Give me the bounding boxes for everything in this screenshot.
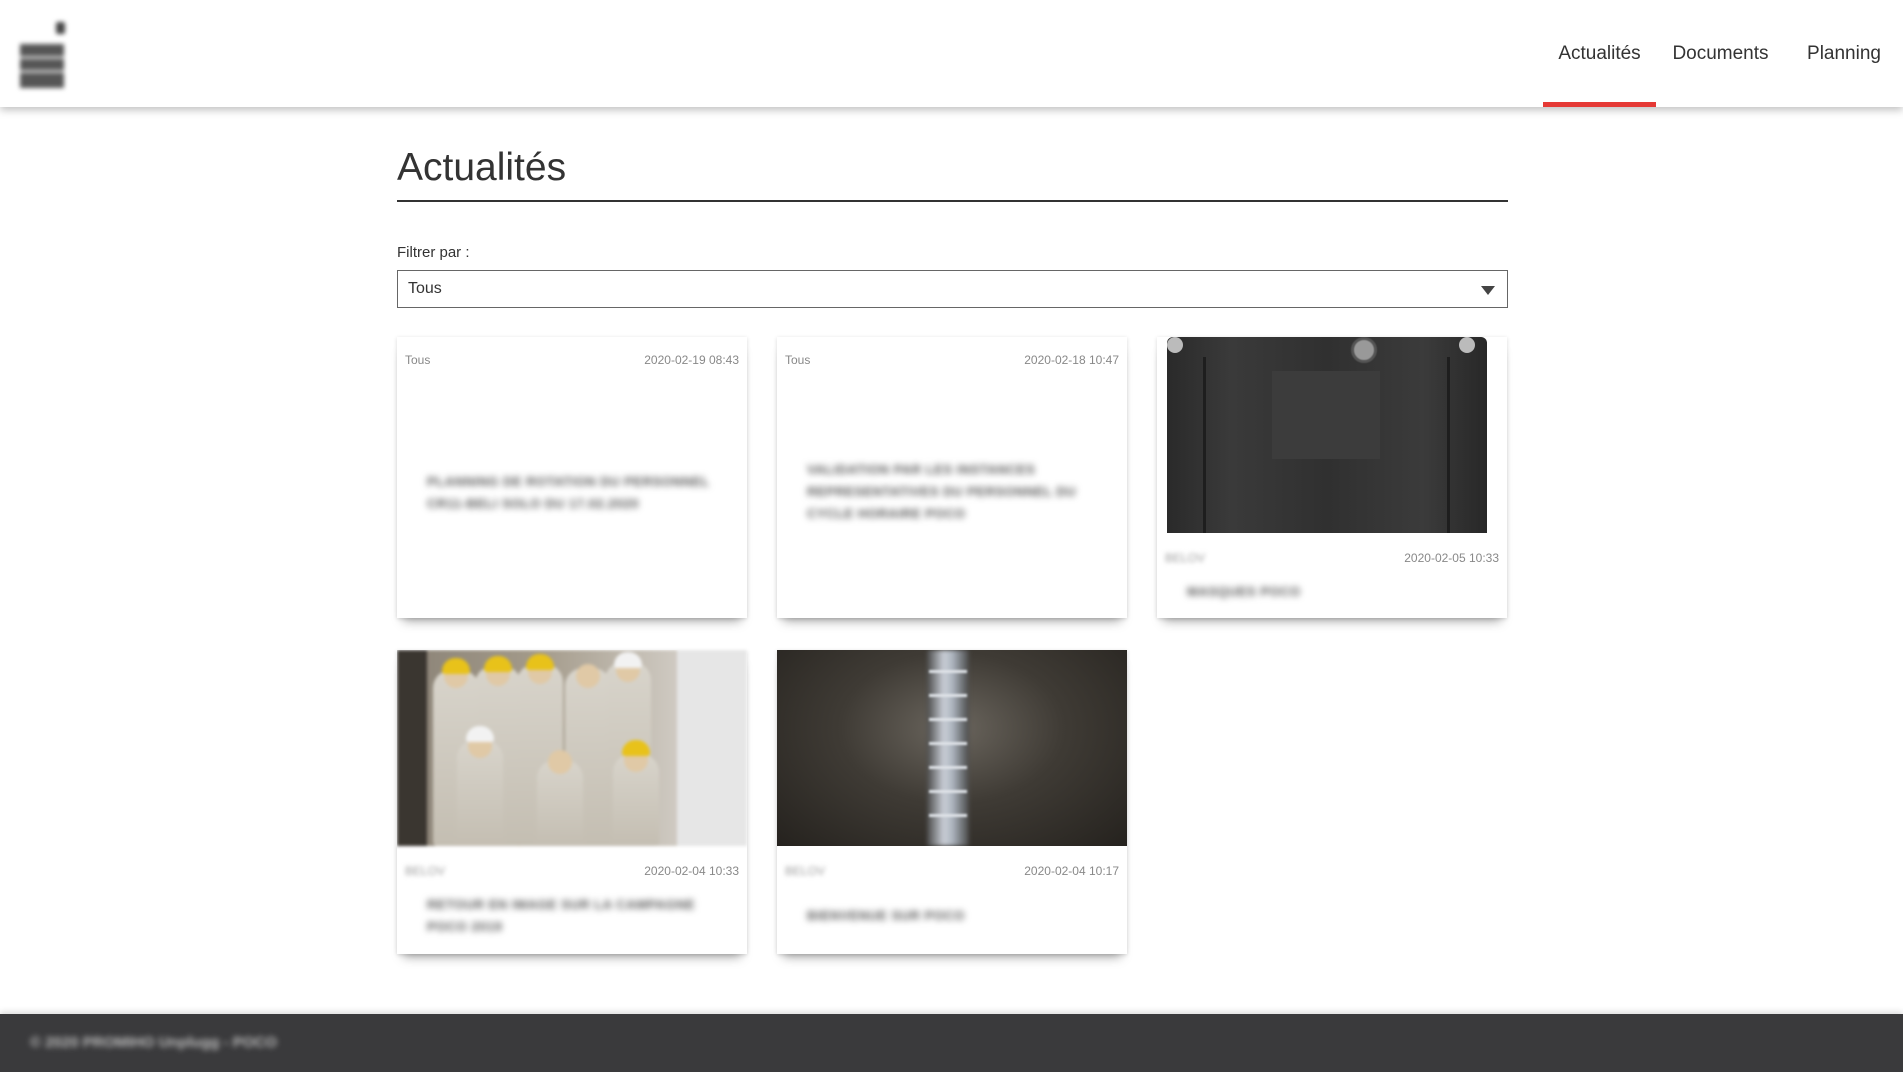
card-category: BELOV [785,864,826,878]
card-date: 2020-02-19 08:43 [644,353,739,367]
news-card[interactable]: Tous 2020-02-19 08:43 PLANNING DE ROTATI… [397,337,747,618]
card-category: BELOV [405,864,446,878]
nav-item-documents[interactable]: Documents [1656,0,1785,107]
footer-copyright: © 2020 PROMIHO Unplugg - POCO [30,1034,277,1051]
news-card[interactable]: Tous 2020-02-18 10:47 VALIDATION PAR LES… [777,337,1127,618]
card-meta: BELOV 2020-02-04 10:17 [785,864,1119,878]
news-card[interactable]: BELOV 2020-02-05 10:33 MASQUES POCO [1157,337,1507,618]
card-meta: Tous 2020-02-18 10:47 [785,353,1119,367]
active-nav-indicator [1543,102,1656,107]
card-date: 2020-02-04 10:17 [1024,864,1119,878]
card-image [777,650,1127,846]
card-category: BELOV [1165,551,1206,565]
main-nav: Actualités Documents Planning [1543,0,1903,107]
filter-label: Filtrer par : [397,244,470,261]
top-header: Actualités Documents Planning [0,0,1903,107]
nav-item-label: Documents [1672,42,1769,64]
card-meta: BELOV 2020-02-04 10:33 [405,864,739,878]
company-logo[interactable] [18,20,66,92]
nav-item-actualites[interactable]: Actualités [1543,0,1656,107]
main-content: Actualités Filtrer par : Tous [397,107,1508,308]
card-title: MASQUES POCO [1187,584,1301,599]
caret-down-icon [1481,286,1495,295]
news-card[interactable]: BELOV 2020-02-04 10:33 RETOUR EN IMAGE S… [397,650,747,954]
card-category: Tous [785,353,811,367]
card-image [397,650,747,846]
card-meta: BELOV 2020-02-05 10:33 [1165,551,1499,565]
card-date: 2020-02-04 10:33 [644,864,739,878]
nav-item-label: Actualités [1558,42,1641,64]
card-date: 2020-02-05 10:33 [1404,551,1499,565]
card-date: 2020-02-18 10:47 [1024,353,1119,367]
filter-selected-value: Tous [408,280,442,297]
card-category: Tous [405,353,431,367]
title-divider [397,200,1508,202]
card-title: PLANNING DE ROTATION DU PERSONNEL CR11-B… [427,474,710,511]
news-card[interactable]: BELOV 2020-02-04 10:17 BIENVENUE SUR POC… [777,650,1127,954]
card-title: VALIDATION PAR LES INSTANCES REPRESENTAT… [807,462,1077,521]
card-meta: Tous 2020-02-19 08:43 [405,353,739,367]
nav-item-planning[interactable]: Planning [1785,0,1903,107]
page-footer: © 2020 PROMIHO Unplugg - POCO [0,1014,1903,1072]
nav-item-label: Planning [1807,42,1881,64]
page-title: Actualités [397,146,567,189]
filter-select[interactable]: Tous [397,270,1508,308]
card-title: BIENVENUE SUR POCO [807,908,965,923]
card-title: RETOUR EN IMAGE SUR LA CAMPAGNE POCO 201… [427,897,696,934]
card-image [1157,337,1507,533]
